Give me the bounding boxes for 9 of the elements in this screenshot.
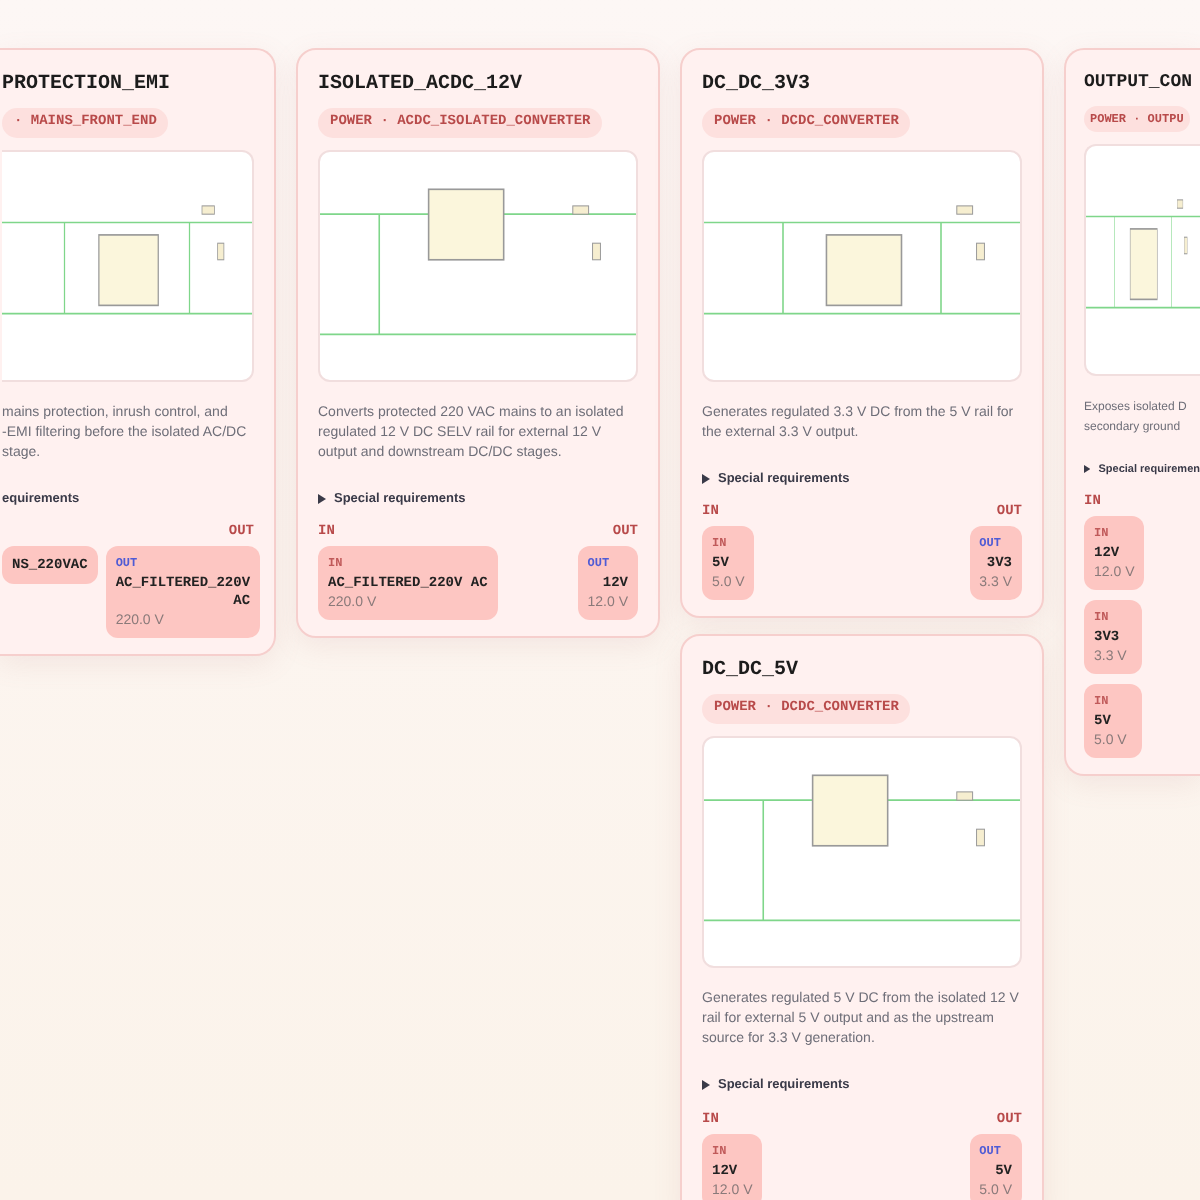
expand-triangle-icon bbox=[702, 1080, 710, 1091]
module-title: DC_DC_5V bbox=[702, 658, 801, 687]
module-title: DC_DC_3V3 bbox=[702, 72, 813, 100]
expand-triangle-icon bbox=[702, 473, 710, 484]
module-title: ISOLATED_ACDC_12V bbox=[318, 72, 525, 100]
module-title: PROTECTION_EMI bbox=[2, 72, 173, 100]
expand-triangle-icon bbox=[318, 493, 326, 504]
expand-triangle-icon bbox=[1084, 464, 1091, 475]
module-title: OUTPUT_CON bbox=[1084, 70, 1195, 96]
